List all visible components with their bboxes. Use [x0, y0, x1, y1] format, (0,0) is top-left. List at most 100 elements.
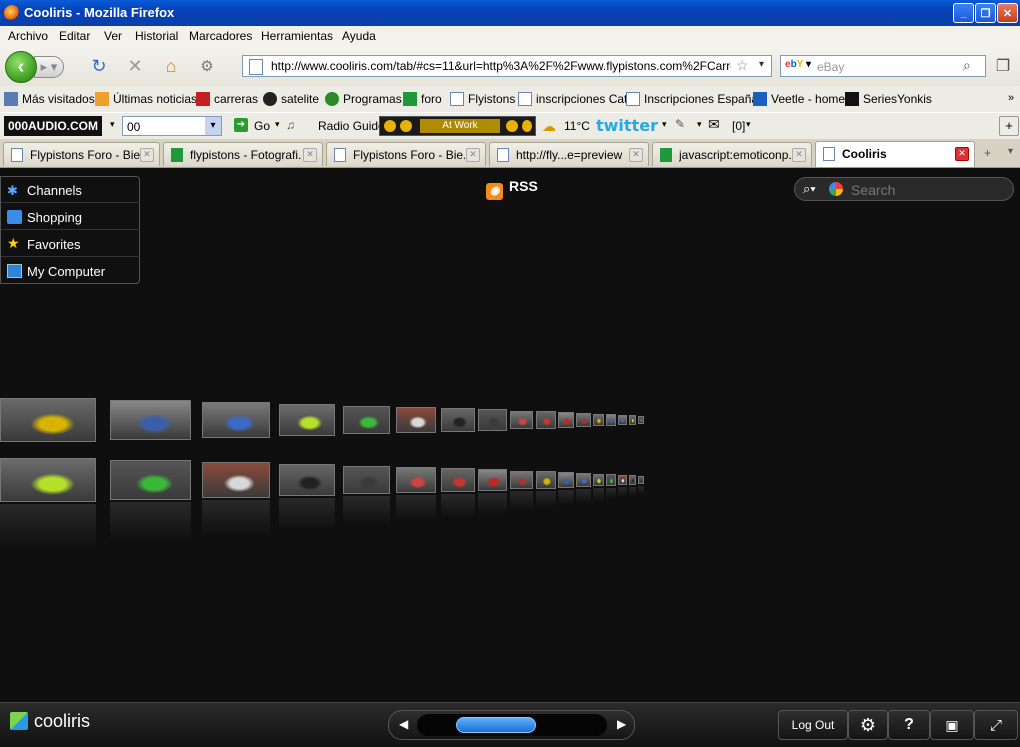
wall-thumbnail[interactable]: [606, 414, 617, 426]
channel-item-shopping[interactable]: Shopping: [1, 204, 140, 230]
search-icon[interactable]: ⌕: [963, 57, 971, 74]
mail-dropdown-icon[interactable]: ▾: [746, 119, 751, 130]
cooliris-logo[interactable]: cooliris: [10, 711, 90, 732]
tab-flypistons-foro-1[interactable]: Flypistons Foro - Bie... ✕: [3, 142, 160, 166]
menu-marcadores[interactable]: Marcadores: [189, 29, 252, 43]
search-input[interactable]: eBay: [817, 60, 844, 74]
channel-item-channels[interactable]: ✱ Channels: [1, 177, 140, 203]
tab-list-icon[interactable]: ▾: [1008, 146, 1013, 157]
play-icon[interactable]: [384, 120, 396, 132]
go-button[interactable]: Go: [254, 119, 270, 133]
audio-dropdown-icon[interactable]: ▾: [110, 119, 115, 130]
wall-thumbnail[interactable]: [0, 398, 96, 442]
wall-thumbnail[interactable]: [637, 415, 644, 425]
bookmark-flyistons[interactable]: Flyistons: [450, 92, 515, 106]
menu-editar[interactable]: Editar: [59, 29, 90, 43]
audio-select[interactable]: 00 ▾: [122, 116, 222, 136]
wall-thumbnail[interactable]: [440, 408, 475, 432]
radio-station[interactable]: At Work: [420, 119, 500, 133]
tab-close-icon[interactable]: ✕: [792, 148, 806, 162]
wall-thumbnail[interactable]: [557, 472, 575, 488]
slideshow-icon[interactable]: ▣: [930, 710, 974, 740]
add-toolbar-icon[interactable]: +: [999, 116, 1019, 136]
bookmark-star-icon[interactable]: ☆: [736, 57, 749, 74]
temperature-label[interactable]: 11°C: [564, 119, 590, 133]
tab-javascript[interactable]: javascript:emoticonp... ✕: [652, 142, 812, 166]
bookmark-inscripciones-cat[interactable]: inscripciones Cat: [518, 92, 627, 106]
tab-close-icon[interactable]: ✕: [140, 148, 154, 162]
search-bar[interactable]: ebY ▾ eBay ⌕: [780, 55, 986, 77]
reload-icon[interactable]: ↻: [88, 55, 110, 77]
tab-cooliris[interactable]: Cooliris ✕: [815, 141, 975, 167]
bookmark-veetle[interactable]: Veetle - home: [753, 92, 845, 106]
wall-thumbnail[interactable]: [342, 465, 391, 495]
bookmark-programas[interactable]: Programas: [325, 92, 402, 106]
stop-icon[interactable]: ✕: [124, 55, 146, 77]
wall-thumbnail[interactable]: [278, 403, 336, 437]
bookmark-foro[interactable]: foro: [403, 92, 442, 106]
bookmarks-overflow-icon[interactable]: »: [1008, 92, 1014, 104]
radio-guide-button[interactable]: Radio Guide: [318, 119, 385, 133]
wall-scroller[interactable]: ◀ ▶: [388, 710, 635, 740]
wall-thumbnail[interactable]: [0, 458, 96, 502]
tab-preview[interactable]: http://fly...e=preview ✕: [489, 142, 649, 166]
wall-thumbnail[interactable]: [592, 473, 605, 487]
wall-thumbnail[interactable]: [592, 413, 605, 427]
bookmark-mas-visitados[interactable]: Más visitados: [4, 92, 95, 106]
bookmark-carreras[interactable]: carreras: [196, 92, 258, 106]
mute-icon[interactable]: [522, 120, 532, 132]
volume-icon[interactable]: [506, 120, 518, 132]
wall-thumbnail[interactable]: [342, 405, 391, 435]
url-bar[interactable]: http://www.cooliris.com/tab/#cs=11&url=h…: [242, 55, 772, 77]
wall-thumbnail[interactable]: [478, 469, 507, 491]
help-button[interactable]: ?: [888, 710, 930, 740]
wall-thumbnail[interactable]: [576, 473, 591, 487]
wall-thumbnail[interactable]: [478, 409, 507, 431]
cooliris-search-input[interactable]: Search: [851, 182, 895, 198]
bookmark-seriesyonkis[interactable]: SeriesYonkis: [845, 92, 932, 106]
minimize-button[interactable]: _: [953, 3, 974, 23]
menu-historial[interactable]: Historial: [135, 29, 178, 43]
wall-thumbnail[interactable]: [576, 413, 591, 427]
search-icon[interactable]: ⌕▾: [803, 181, 816, 197]
audio-logo[interactable]: 000AUDIO.COM: [4, 116, 102, 136]
wall-thumbnail[interactable]: [535, 471, 556, 489]
wall-thumbnail[interactable]: [201, 462, 270, 498]
bookmark-inscripciones-espana[interactable]: Inscripciones España: [626, 92, 758, 106]
forward-button[interactable]: ▸ ▾: [34, 56, 64, 78]
bookmark-ultimas-noticias[interactable]: Últimas noticias: [95, 92, 197, 106]
scroll-thumb[interactable]: [456, 717, 537, 733]
wall-thumbnail[interactable]: [440, 468, 475, 492]
tab-flypistons-fotografia[interactable]: flypistons - Fotografi... ✕: [163, 142, 323, 166]
wall-thumbnail[interactable]: [618, 474, 627, 486]
scroll-left-icon[interactable]: ◀: [399, 717, 408, 731]
twitter-logo[interactable]: twitter: [596, 116, 658, 135]
wall-thumbnail[interactable]: [606, 474, 617, 486]
wall-thumbnail[interactable]: [509, 410, 534, 430]
wall-thumbnail[interactable]: [278, 463, 336, 497]
wall-thumbnail[interactable]: [201, 402, 270, 438]
menu-herramientas[interactable]: Herramientas: [261, 29, 333, 43]
tab-close-icon[interactable]: ✕: [466, 148, 480, 162]
back-button[interactable]: ‹: [5, 51, 37, 83]
addon-icon[interactable]: ⚙: [196, 55, 218, 77]
wall-thumbnail[interactable]: [110, 460, 191, 500]
menu-ayuda[interactable]: Ayuda: [342, 29, 376, 43]
wall-thumbnail[interactable]: [557, 412, 575, 428]
chat-icon[interactable]: ✎: [675, 117, 685, 131]
stop-icon[interactable]: [400, 120, 412, 132]
url-text[interactable]: http://www.cooliris.com/tab/#cs=11&url=h…: [271, 59, 731, 73]
tab-close-icon[interactable]: ✕: [303, 148, 317, 162]
wall-thumbnail[interactable]: [618, 414, 627, 426]
wall-thumbnail[interactable]: [110, 400, 191, 440]
wall-thumbnail[interactable]: [628, 475, 636, 485]
wall-thumbnail[interactable]: [396, 467, 437, 493]
go-icon[interactable]: ➔: [234, 118, 248, 132]
mail-count[interactable]: [0]: [732, 119, 745, 133]
wall-thumbnail[interactable]: [628, 415, 636, 425]
mail-icon[interactable]: ✉: [708, 116, 720, 133]
cooliris-search[interactable]: ⌕▾ Search: [794, 177, 1014, 201]
url-dropdown-icon[interactable]: ▾: [759, 59, 764, 70]
wall-thumbnail[interactable]: [637, 475, 644, 485]
channel-item-my-computer[interactable]: My Computer: [1, 258, 140, 284]
